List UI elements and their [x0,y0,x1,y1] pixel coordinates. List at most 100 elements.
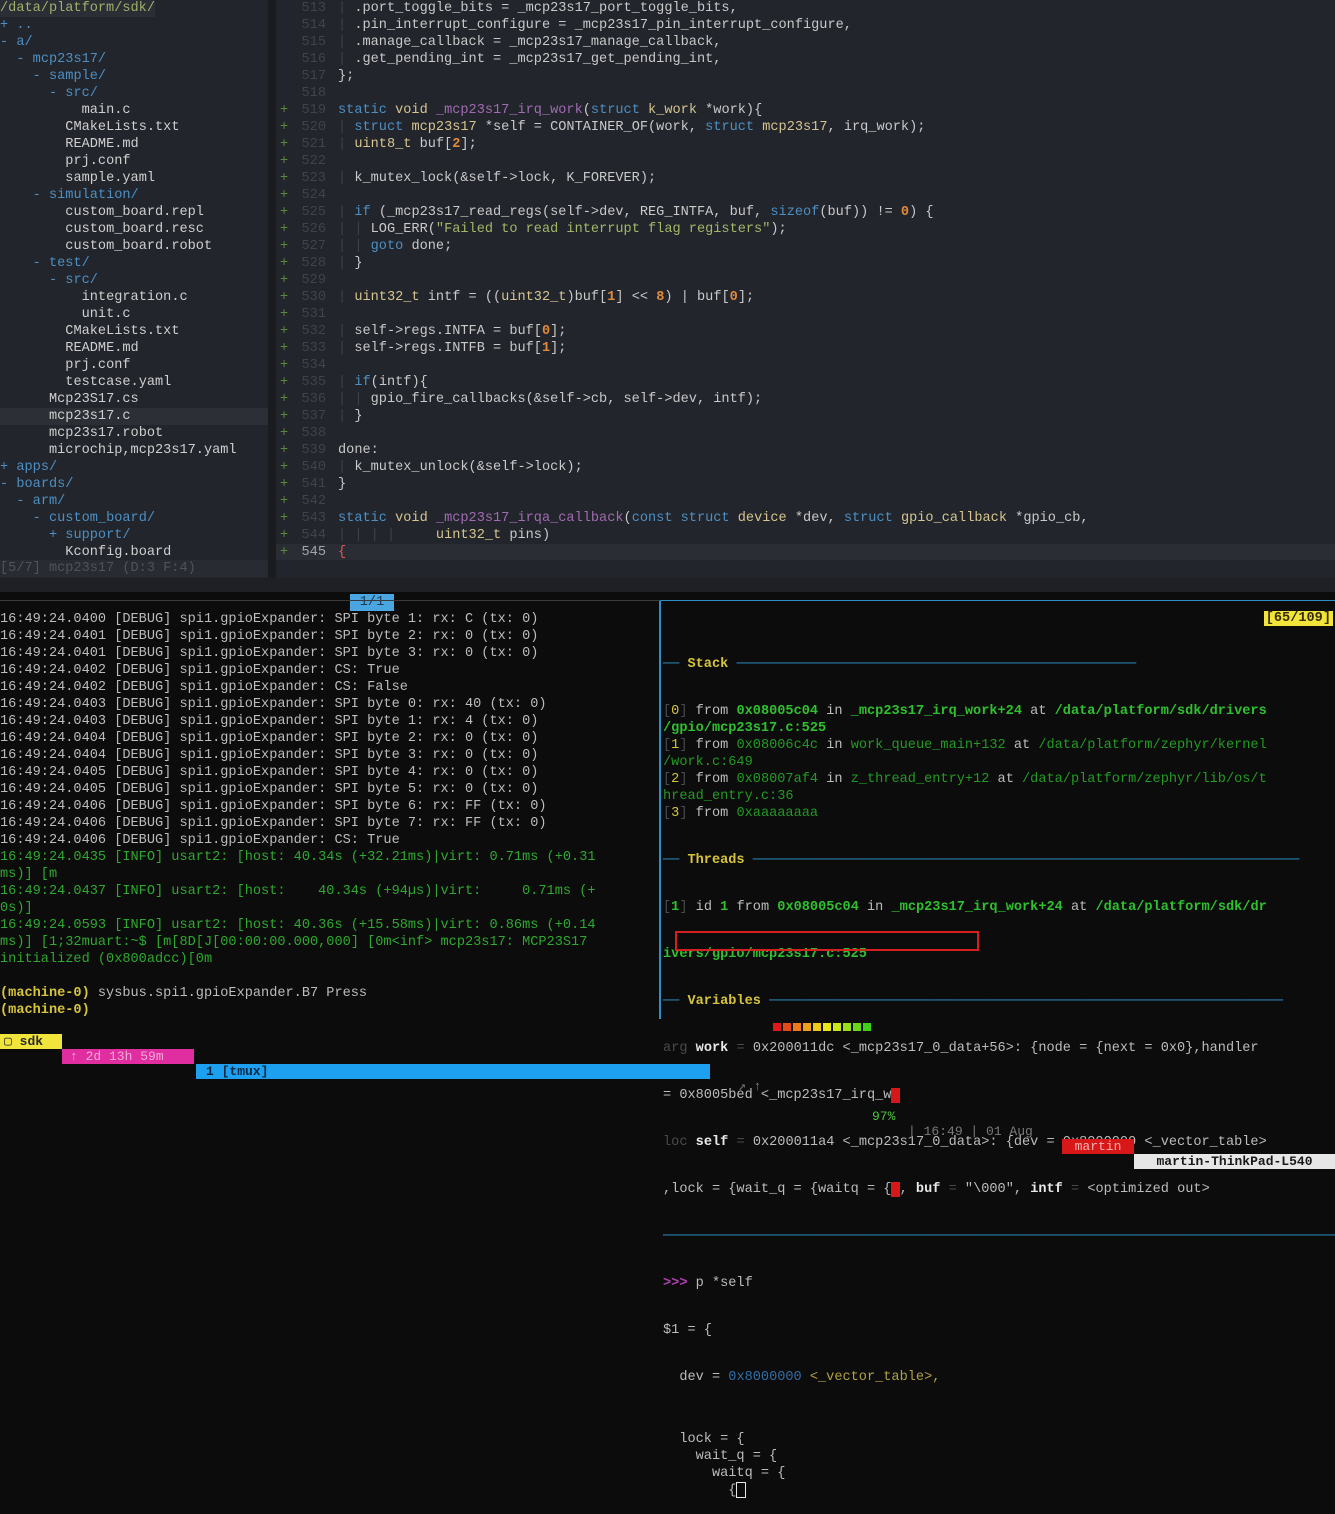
code-line[interactable]: +545 { [276,544,1335,561]
stack-frame[interactable]: [0] from 0x08005c04 in _mcp23s17_irq_wor… [663,703,1335,720]
stack-frame[interactable]: [1] from 0x08006c4c in work_queue_main+1… [663,737,1335,754]
code-line[interactable]: +527 | | goto done; [276,238,1335,255]
tree-folder[interactable]: - custom_board/ [0,510,268,527]
tree-folder[interactable]: - simulation/ [0,187,268,204]
tmux-window-tab[interactable]: 1 [tmux] [196,1064,710,1079]
code-line[interactable]: 517}; [276,68,1335,85]
tree-file[interactable]: README.md [0,136,268,153]
collapse-icon[interactable]: - [0,35,8,50]
code-line[interactable]: +522 [276,153,1335,170]
renode-log-pane[interactable]: 16:49:24.0400 [DEBUG] spi1.gpioExpander:… [0,611,659,1019]
monitor-prompt-line[interactable]: (machine-0) sysbus.spi1.gpioExpander.B7 … [0,985,659,1002]
code-token: mcp23s17 [762,120,828,135]
tree-file[interactable]: sample.yaml [0,170,268,187]
tree-folder[interactable]: - mcp23s17/ [0,51,268,68]
tree-file[interactable]: testcase.yaml [0,374,268,391]
tree-folder[interactable]: - sample/ [0,68,268,85]
code-line[interactable]: +541} [276,476,1335,493]
tree-file[interactable]: prj.conf [0,153,268,170]
tree-file[interactable]: main.c [0,102,268,119]
code-editor[interactable]: 513 | .port_toggle_bits = _mcp23s17_port_… [276,0,1335,561]
tree-file[interactable]: custom_board.robot [0,238,268,255]
code-line[interactable]: +536 | | gpio_fire_callbacks(&self->cb, s… [276,391,1335,408]
code-line[interactable]: +521 | uint8_t buf[2]; [276,136,1335,153]
collapse-icon[interactable]: - [16,52,24,67]
collapse-icon[interactable]: - [49,273,57,288]
expand-icon[interactable]: + [0,460,8,475]
code-line[interactable]: 514 | .pin_interrupt_configure = _mcp23s1… [276,17,1335,34]
pane-divider[interactable] [659,601,661,1019]
file-tree-root[interactable]: /data/platform/sdk/ [0,0,268,17]
tree-folder[interactable]: - a/ [0,34,268,51]
monitor-prompt-line[interactable]: (machine-0) [0,1002,659,1019]
code-line[interactable]: +544 | | | | uint32_t pins) [276,527,1335,544]
code-line[interactable]: +528 | } [276,255,1335,272]
code-line[interactable]: +540 | k_mutex_unlock(&self->lock); [276,459,1335,476]
thread-line[interactable]: [1] id 1 from 0x08005c04 in _mcp23s17_ir… [663,899,1335,916]
collapse-icon[interactable]: - [33,69,41,84]
code-line[interactable]: +535 | if(intf){ [276,374,1335,391]
tree-item-label: .. [16,18,33,33]
code-line[interactable]: +524 [276,187,1335,204]
collapse-icon[interactable]: - [16,494,24,509]
code-line[interactable]: +529 [276,272,1335,289]
code-line[interactable]: 515 | .manage_callback = _mcp23s17_manage… [276,34,1335,51]
code-line[interactable]: +542 [276,493,1335,510]
tree-file[interactable]: mcp23s17.c [0,408,268,425]
code-line[interactable]: 516 | .get_pending_int = _mcp23s17_get_pe… [276,51,1335,68]
collapse-icon[interactable]: - [33,256,41,271]
tree-file[interactable]: prj.conf [0,357,268,374]
vim-command-line[interactable] [0,578,1335,592]
session-icon: ▢ [4,1034,20,1049]
tree-folder[interactable]: + support/ [0,527,268,544]
tree-folder[interactable]: - test/ [0,255,268,272]
code-line[interactable]: +530 | uint32_t intf = ((uint32_t)buf[1] … [276,289,1335,306]
collapse-icon[interactable]: - [33,511,41,526]
tree-folder[interactable]: + apps/ [0,459,268,476]
tree-file[interactable]: mcp23s17.robot [0,425,268,442]
tree-folder[interactable]: - src/ [0,85,268,102]
tree-folder[interactable]: - arm/ [0,493,268,510]
stack-frame[interactable]: [3] from 0xaaaaaaaa [663,805,1335,822]
code-line[interactable]: +523 | k_mutex_lock(&self->lock, K_FOREVE… [276,170,1335,187]
tree-file[interactable]: microchip,mcp23s17.yaml [0,442,268,459]
tree-file[interactable]: Mcp23S17.cs [0,391,268,408]
code-line[interactable]: +537 | } [276,408,1335,425]
tree-folder[interactable]: - boards/ [0,476,268,493]
code-line[interactable]: +531 [276,306,1335,323]
gdb-dashboard-pane[interactable]: [65/109] ── Stack ──────────────────────… [663,611,1335,1499]
tree-file[interactable]: CMakeLists.txt [0,323,268,340]
code-line[interactable]: 518 [276,85,1335,102]
collapse-icon[interactable]: - [33,188,41,203]
code-line[interactable]: +538 [276,425,1335,442]
tree-file[interactable]: Kconfig.board [0,544,268,561]
collapse-icon[interactable]: - [0,477,8,492]
tree-folder[interactable]: - src/ [0,272,268,289]
collapse-icon[interactable]: - [49,86,57,101]
tree-file[interactable]: custom_board.resc [0,221,268,238]
stack-frame[interactable]: [2] from 0x08007af4 in z_thread_entry+12… [663,771,1335,788]
expand-icon[interactable]: + [0,18,8,33]
tree-file[interactable]: custom_board.repl [0,204,268,221]
code-line[interactable]: +539 done: [276,442,1335,459]
expand-icon[interactable]: + [49,528,57,543]
code-line[interactable]: +519 static void _mcp23s17_irq_work(struc… [276,102,1335,119]
tree-file[interactable]: CMakeLists.txt [0,119,268,136]
tree-file[interactable]: unit.c [0,306,268,323]
tree-folder[interactable]: + .. [0,17,268,34]
code-line[interactable]: +520 | struct mcp23s17 *self = CONTAINER_… [276,119,1335,136]
line-number: 513 [301,1,326,16]
tmux-session[interactable]: ▢ sdk [0,1034,62,1049]
code-line[interactable]: +534 [276,357,1335,374]
code-line[interactable]: +526 | | LOG_ERR("Failed to read interrup… [276,221,1335,238]
code-line[interactable]: +533 | self->regs.INTFB = buf[1]; [276,340,1335,357]
code-token: goto [370,239,412,254]
tree-file[interactable]: integration.c [0,289,268,306]
code-line[interactable]: +525 | if (_mcp23s17_read_regs(self->dev,… [276,204,1335,221]
split-separator[interactable] [268,0,276,578]
code-line[interactable]: 513 | .port_toggle_bits = _mcp23s17_port_… [276,0,1335,17]
code-line[interactable]: +532 | self->regs.INTFA = buf[0]; [276,323,1335,340]
gdb-command[interactable]: >>> p *self [663,1275,1335,1292]
tree-file[interactable]: README.md [0,340,268,357]
code-line[interactable]: +543 static void _mcp23s17_irqa_callback(… [276,510,1335,527]
